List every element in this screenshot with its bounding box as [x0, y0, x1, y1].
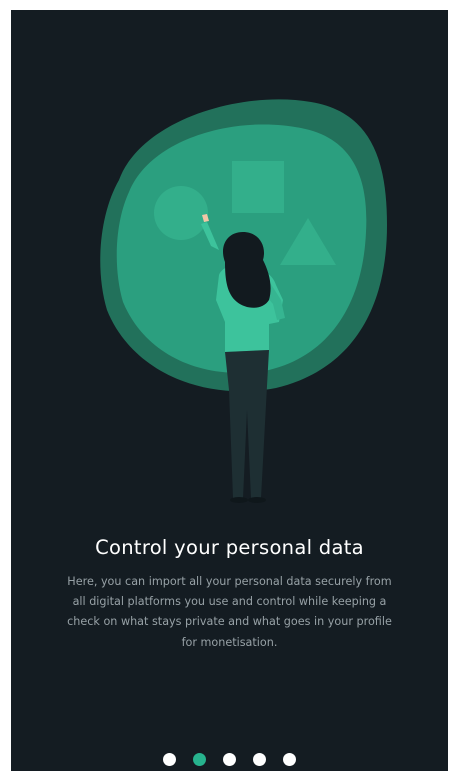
page-dot-1[interactable]: [163, 753, 176, 766]
page-dot-3[interactable]: [223, 753, 236, 766]
page-indicator: [11, 753, 448, 767]
square-shape: [232, 161, 284, 213]
circle-shape: [154, 186, 208, 240]
onboarding-description: Here, you can import all your personal d…: [67, 575, 392, 649]
page-dot-2-active[interactable]: [193, 753, 206, 766]
onboarding-screen: Control your personal data Here, you can…: [11, 10, 448, 771]
page-dot-5[interactable]: [283, 753, 296, 766]
onboarding-title: Control your personal data: [95, 536, 364, 559]
onboarding-illustration: [100, 99, 387, 503]
page-dot-4[interactable]: [253, 753, 266, 766]
